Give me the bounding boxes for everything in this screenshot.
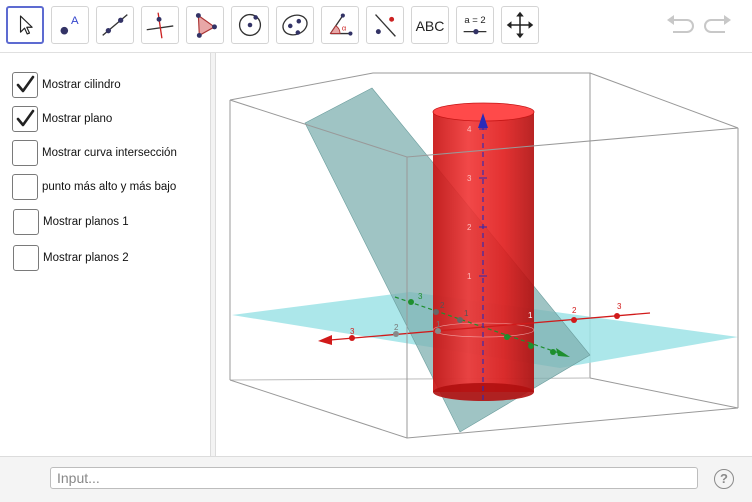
undo-button[interactable] — [665, 12, 695, 43]
checkbox-mostrar-plano[interactable]: Mostrar plano — [12, 105, 112, 133]
checkbox-label: Mostrar curva intersección — [42, 147, 177, 159]
z-tick-label: 4 — [467, 125, 472, 134]
checkbox-label: punto más alto y más bajo — [42, 181, 177, 193]
x-tick-label: 1 — [436, 320, 441, 329]
checkbox-box[interactable] — [12, 140, 38, 166]
undo-icon — [667, 15, 694, 33]
checkbox-box[interactable] — [12, 106, 38, 132]
x-tick-label: 1 — [528, 311, 533, 320]
checkbox-mostrar-curva-interseccion[interactable]: Mostrar curva intersección — [12, 139, 177, 167]
x-tick-label: 2 — [572, 306, 577, 315]
checkbox-box[interactable] — [12, 174, 38, 200]
input-bar[interactable] — [50, 467, 698, 489]
cursor-arrow-icon — [19, 15, 33, 35]
graphics-3d-canvas[interactable]: 3 2 1 3 2 1 1 2 3 1 2 3 4 — [216, 53, 752, 456]
checkbox-mostrar-planos-2[interactable]: Mostrar planos 2 — [13, 244, 129, 272]
slider-tool-label: a = 2 — [464, 15, 485, 26]
point-icon: A — [60, 15, 79, 35]
checkbox-label: Mostrar planos 1 — [43, 216, 129, 228]
move-graphics-view-tool-button[interactable] — [501, 6, 539, 44]
circle-icon — [238, 13, 262, 37]
checkbox-label: Mostrar cilindro — [42, 79, 121, 91]
help-icon[interactable]: ? — [714, 469, 734, 489]
slider-icon: a = 2 — [463, 15, 487, 35]
checkbox-mostrar-cilindro[interactable]: Mostrar cilindro — [12, 71, 121, 99]
line-icon — [102, 14, 128, 36]
reflect-icon — [375, 14, 396, 37]
x-tick-label: 3 — [350, 327, 355, 336]
graphics-3d-view[interactable]: 3 2 1 3 2 1 1 2 3 1 2 3 4 — [216, 53, 752, 456]
reflect-tool-button[interactable] — [366, 6, 404, 44]
algebra-view: Mostrar cilindro Mostrar plano Mostrar c… — [0, 53, 211, 456]
redo-button[interactable] — [703, 12, 733, 43]
svg-text:α: α — [342, 24, 347, 33]
text-tool-label: ABC — [415, 18, 445, 34]
circle-tool-button[interactable] — [231, 6, 269, 44]
polygon-tool-button[interactable] — [186, 6, 224, 44]
point-tool-button[interactable]: A — [51, 6, 89, 44]
z-tick-label: 3 — [467, 174, 472, 183]
z-tick-label: 2 — [467, 223, 472, 232]
checkmark-icon — [16, 75, 35, 93]
angle-icon: α — [329, 13, 353, 36]
svg-text:A: A — [71, 15, 79, 27]
line-tool-button[interactable] — [96, 6, 134, 44]
x-tick-label: 2 — [394, 323, 399, 332]
checkbox-punto-mas-alto-y-mas-bajo[interactable]: punto más alto y más bajo — [12, 173, 176, 201]
checkmark-icon — [16, 109, 35, 127]
ellipse-icon — [282, 14, 308, 36]
perpendicular-line-tool-button[interactable] — [141, 6, 179, 44]
text-tool-button[interactable]: ABC — [411, 6, 449, 44]
checkbox-mostrar-planos-1[interactable]: Mostrar planos 1 — [13, 208, 129, 236]
slider-tool-button[interactable]: a = 2 — [456, 6, 494, 44]
move-tool-button[interactable] — [6, 6, 44, 44]
perpendicular-line-icon — [146, 12, 174, 39]
toolbar: A α ABC a = 2 — [0, 0, 752, 53]
move-arrows-icon — [506, 11, 534, 39]
polygon-icon — [195, 13, 217, 38]
conic-tool-button[interactable] — [276, 6, 314, 44]
input-bar-area: ? — [0, 456, 752, 502]
x-tick-label: 3 — [617, 302, 622, 311]
checkbox-label: Mostrar planos 2 — [43, 252, 129, 264]
y-tick-label: 2 — [440, 301, 445, 310]
y-tick-label: 1 — [464, 309, 469, 318]
redo-icon — [704, 15, 731, 33]
checkbox-box[interactable] — [13, 245, 39, 271]
checkbox-box[interactable] — [13, 209, 39, 235]
y-tick-label: 3 — [418, 292, 423, 301]
z-tick-label: 1 — [467, 272, 472, 281]
checkbox-box[interactable] — [12, 72, 38, 98]
angle-tool-button[interactable]: α — [321, 6, 359, 44]
checkbox-label: Mostrar plano — [42, 113, 113, 125]
